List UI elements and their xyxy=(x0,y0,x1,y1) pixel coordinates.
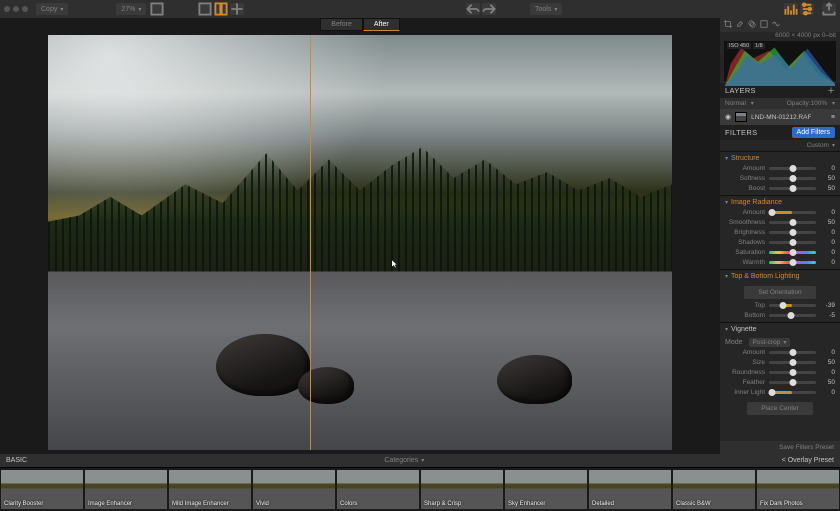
compare-tabs: Before After xyxy=(0,18,720,31)
overlay-preset-toggle[interactable]: < Overlay Preset xyxy=(782,457,834,464)
vignette-mode-select[interactable]: Post-crop xyxy=(749,338,791,347)
redo-icon[interactable] xyxy=(482,3,496,15)
add-filters-button[interactable]: Add Filters xyxy=(792,127,835,138)
top-toolbar: Copy 27% Tools xyxy=(0,0,840,18)
layer-row[interactable]: ◉ LND-MN-01212.RAF ≡ xyxy=(720,109,840,125)
preset-thumb[interactable]: Classic B&W xyxy=(673,470,755,509)
image-dimensions: 6000 × 4000 px 0–bit xyxy=(720,32,840,39)
place-center-button[interactable]: Place Center xyxy=(747,402,813,415)
layer-thumbnail xyxy=(735,112,747,122)
preset-thumb[interactable]: Fix Dark Photos xyxy=(757,470,839,509)
erase-icon[interactable] xyxy=(736,20,744,30)
copy-menu[interactable]: Copy xyxy=(36,3,68,15)
slider-boost[interactable]: Boost50 xyxy=(725,185,835,192)
panel-image-radiance[interactable]: Image Radiance xyxy=(720,196,840,209)
add-layer-icon[interactable]: ＋ xyxy=(827,85,835,96)
panel-vignette[interactable]: Vignette xyxy=(720,323,840,336)
preset-filmstrip: Clarity BoosterImage EnhancerMild Image … xyxy=(0,467,840,511)
slider-feather[interactable]: Feather50 xyxy=(725,379,835,386)
view-before-after-icon[interactable] xyxy=(230,3,244,15)
panel-top-bottom-lighting[interactable]: Top & Bottom Lighting xyxy=(720,270,840,283)
tab-before[interactable]: Before xyxy=(320,18,363,31)
side-panel: 6000 × 4000 px 0–bit ISO 450 1/8 LAYERS … xyxy=(720,18,840,454)
view-single-icon[interactable] xyxy=(198,3,212,15)
adjustments-panel-icon[interactable] xyxy=(800,3,814,15)
view-compare-icon[interactable] xyxy=(214,3,228,15)
export-icon[interactable] xyxy=(822,3,836,15)
preset-thumb[interactable]: Sky Enhancer xyxy=(505,470,587,509)
slider-amount[interactable]: Amount0 xyxy=(725,165,835,172)
tools-menu[interactable]: Tools xyxy=(530,3,562,15)
slider-top[interactable]: Top-39 xyxy=(725,302,835,309)
panel-structure[interactable]: Structure xyxy=(720,152,840,165)
slider-softness[interactable]: Softness50 xyxy=(725,175,835,182)
preset-thumb[interactable]: Sharp & Crisp xyxy=(421,470,503,509)
filters-header: FILTERS Add Filters xyxy=(720,125,840,140)
denoise-icon[interactable] xyxy=(772,20,780,30)
tab-after[interactable]: After xyxy=(363,18,400,31)
preset-thumb[interactable]: Image Enhancer xyxy=(85,470,167,509)
slider-brightness[interactable]: Brightness0 xyxy=(725,229,835,236)
save-filters-preset[interactable]: Save Filters Preset xyxy=(720,441,840,454)
slider-warmth[interactable]: Warmth0 xyxy=(725,259,835,266)
window-controls[interactable] xyxy=(4,6,28,12)
clone-icon[interactable] xyxy=(748,20,756,30)
slider-amount[interactable]: Amount0 xyxy=(725,209,835,216)
histogram-toggle-icon[interactable] xyxy=(784,3,798,15)
slider-saturation[interactable]: Saturation0 xyxy=(725,249,835,256)
zoom-select[interactable]: 27% xyxy=(116,3,146,15)
set-orientation-button[interactable]: Set Orientation xyxy=(744,286,815,299)
zoom-fit-icon[interactable] xyxy=(150,3,164,15)
preset-thumb[interactable]: Clarity Booster xyxy=(1,470,83,509)
slider-bottom[interactable]: Bottom-5 xyxy=(725,312,835,319)
slider-size[interactable]: Size50 xyxy=(725,359,835,366)
preset-thumb[interactable]: Mild Image Enhancer xyxy=(169,470,251,509)
preset-thumb[interactable]: Detailed xyxy=(589,470,671,509)
layer-menu-icon[interactable]: ≡ xyxy=(831,114,835,121)
preset-thumb[interactable]: Vivid xyxy=(253,470,335,509)
histogram[interactable]: ISO 450 1/8 xyxy=(724,41,836,81)
workspace-select[interactable]: Custom xyxy=(720,140,840,151)
undo-icon[interactable] xyxy=(466,3,480,15)
image-canvas[interactable] xyxy=(48,35,672,450)
eye-icon[interactable]: ◉ xyxy=(725,113,731,121)
cursor-icon xyxy=(391,259,399,269)
transform-icon[interactable] xyxy=(760,20,768,30)
slider-smoothness[interactable]: Smoothness50 xyxy=(725,219,835,226)
preset-categories[interactable]: Categories xyxy=(384,457,424,464)
crop-icon[interactable] xyxy=(724,20,732,30)
preset-thumb[interactable]: Colors xyxy=(337,470,419,509)
compare-divider[interactable] xyxy=(310,35,311,450)
slider-amount[interactable]: Amount0 xyxy=(725,349,835,356)
slider-shadows[interactable]: Shadows0 xyxy=(725,239,835,246)
filmstrip-header: BASIC Categories < Overlay Preset xyxy=(0,454,840,467)
slider-roundness[interactable]: Roundness0 xyxy=(725,369,835,376)
slider-inner-light[interactable]: Inner Light0 xyxy=(725,389,835,396)
